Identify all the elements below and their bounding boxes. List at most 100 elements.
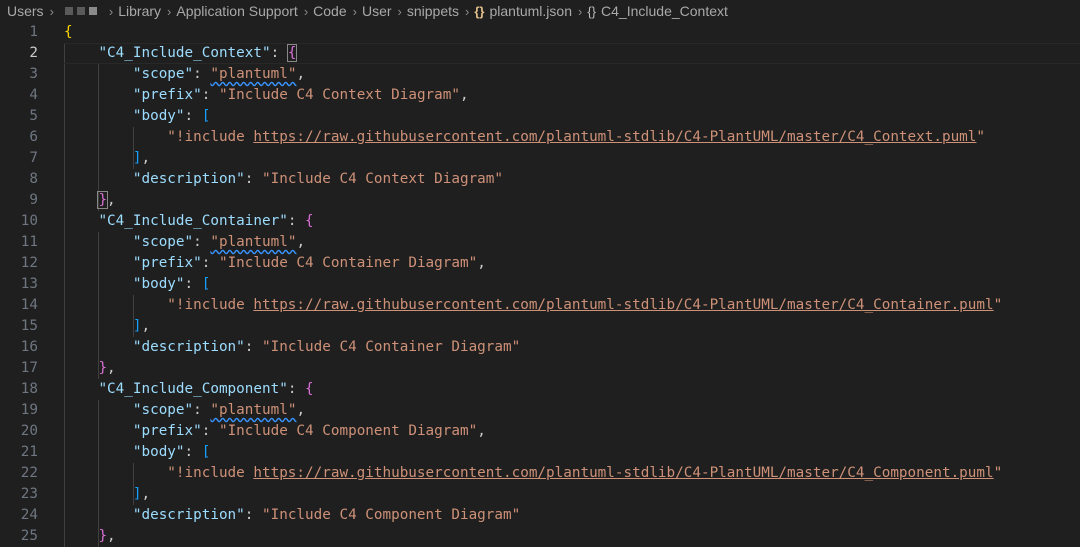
line-number: 1 [29, 24, 38, 40]
chevron-right-icon: › [49, 3, 54, 19]
code-token: "scope" [132, 234, 194, 250]
breadcrumb-label: Code [313, 3, 347, 19]
code-line[interactable]: 12 "prefix": "Include C4 Container Diagr… [0, 253, 1080, 274]
breadcrumb-ellipsis[interactable] [64, 7, 97, 15]
line-number: 9 [29, 192, 38, 208]
code-token: "plantuml" [210, 66, 297, 82]
code-line[interactable]: 3 "scope": "plantuml", [0, 64, 1080, 85]
code-line[interactable]: 1{ [0, 22, 1080, 43]
code-text: { [64, 22, 73, 43]
code-token: " [976, 129, 986, 145]
square-icon [76, 7, 85, 15]
code-line[interactable]: 23 ], [0, 484, 1080, 505]
breadcrumb-item-file[interactable]: ›{} plantuml.json [459, 3, 572, 19]
code-token: https://raw.githubusercontent.com/plantu… [253, 465, 994, 481]
code-line[interactable]: 6 "!include https://raw.githubuserconten… [0, 127, 1080, 148]
code-line[interactable]: 22 "!include https://raw.githubuserconte… [0, 463, 1080, 484]
code-text: "C4_Include_Container": { [64, 211, 313, 232]
breadcrumb-item-symbol[interactable]: ›{} C4_Include_Context [572, 3, 728, 19]
line-number: 22 [20, 465, 38, 481]
code-line[interactable]: 14 "!include https://raw.githubuserconte… [0, 295, 1080, 316]
line-number: 14 [20, 297, 38, 313]
code-line[interactable]: 21 "body": [ [0, 442, 1080, 463]
code-line[interactable]: 18 "C4_Include_Component": { [0, 379, 1080, 400]
line-number: 7 [29, 150, 38, 166]
code-token: "Include C4 Context Diagram" [262, 171, 504, 187]
code-token: : [184, 276, 202, 292]
code-line[interactable]: 16 "description": "Include C4 Container … [0, 337, 1080, 358]
line-number: 21 [20, 444, 38, 460]
code-token: [ [201, 108, 211, 124]
chevron-right-icon: › [108, 3, 114, 19]
line-number: 25 [20, 528, 38, 544]
chevron-right-icon: › [465, 3, 470, 19]
breadcrumb-item-user[interactable]: › User [347, 3, 392, 19]
breadcrumb-item-application-support[interactable]: › Application Support [161, 3, 298, 19]
line-number: 4 [29, 87, 38, 103]
breadcrumb-item-users[interactable]: Users › [0, 3, 59, 19]
breadcrumb-label: snippets [406, 3, 460, 19]
code-token: , [296, 402, 306, 418]
code-line[interactable]: 19 "scope": "plantuml", [0, 400, 1080, 421]
chevron-right-icon: › [397, 3, 402, 19]
code-token: : [201, 255, 219, 271]
code-line[interactable]: 2 "C4_Include_Context": { [0, 43, 1080, 64]
code-token: { [305, 381, 314, 397]
code-token: } [98, 360, 108, 376]
line-number: 8 [29, 171, 38, 187]
code-line[interactable]: 25 }, [0, 526, 1080, 547]
code-token: , [296, 234, 306, 250]
code-token: : [193, 402, 211, 418]
code-editor[interactable]: 1{2 "C4_Include_Context": {3 "scope": "p… [0, 22, 1080, 547]
chevron-right-icon: › [578, 3, 583, 19]
code-line[interactable]: 9 }, [0, 190, 1080, 211]
code-token: https://raw.githubusercontent.com/plantu… [253, 297, 994, 313]
code-token: " [993, 297, 1003, 313]
code-line[interactable]: 24 "description": "Include C4 Component … [0, 505, 1080, 526]
code-line[interactable]: 5 "body": [ [0, 106, 1080, 127]
code-text: "C4_Include_Component": { [64, 379, 314, 400]
code-text: "scope": "plantuml", [64, 400, 305, 421]
code-line[interactable]: 10 "C4_Include_Container": { [0, 211, 1080, 232]
code-line[interactable]: 13 "body": [ [0, 274, 1080, 295]
line-number: 23 [20, 486, 38, 502]
code-line[interactable]: 20 "prefix": "Include C4 Component Diagr… [0, 421, 1080, 442]
code-token: : [193, 66, 211, 82]
line-number: 2 [29, 45, 38, 61]
breadcrumb-label: Application Support [176, 3, 298, 19]
code-token: } [98, 528, 108, 544]
square-icon [64, 7, 73, 15]
square-icon [88, 7, 97, 15]
code-line[interactable]: 4 "prefix": "Include C4 Context Diagram"… [0, 85, 1080, 106]
code-token: : [270, 45, 288, 61]
breadcrumb-item-snippets[interactable]: › snippets [392, 3, 460, 19]
code-token: , [477, 255, 486, 271]
object-symbol-icon: {} [587, 3, 597, 19]
code-token: [ [201, 276, 211, 292]
code-text: "body": [ [64, 274, 210, 295]
code-line[interactable]: 8 "description": "Include C4 Context Dia… [0, 169, 1080, 190]
code-line[interactable]: 7 ], [0, 148, 1080, 169]
code-token: "prefix" [132, 255, 202, 271]
code-token: [ [201, 444, 211, 460]
code-text: }, [64, 190, 116, 211]
code-line[interactable]: 11 "scope": "plantuml", [0, 232, 1080, 253]
breadcrumb-item-code[interactable]: › Code [298, 3, 347, 19]
code-line[interactable]: 15 ], [0, 316, 1080, 337]
code-line[interactable]: 17 }, [0, 358, 1080, 379]
breadcrumb-item-library[interactable]: › Library [103, 3, 161, 19]
code-token: "description" [132, 171, 245, 187]
